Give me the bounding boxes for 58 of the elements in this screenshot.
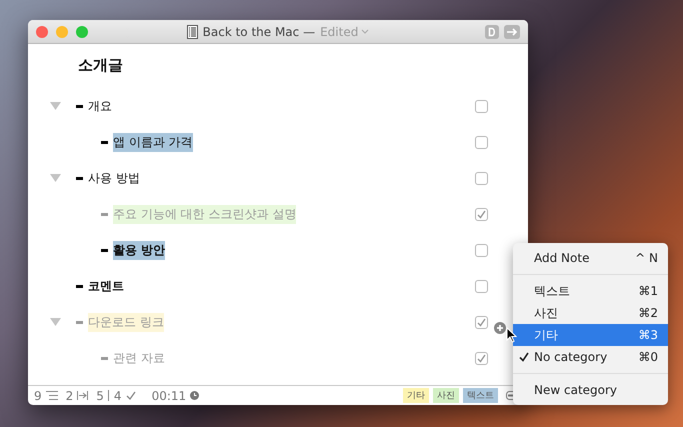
level-count: 2: [66, 388, 74, 402]
clock-icon: [190, 391, 200, 400]
add-circle-icon[interactable]: [494, 322, 506, 334]
divider-icon: [108, 390, 110, 401]
list-icon: [46, 391, 58, 400]
checkbox[interactable]: [475, 316, 488, 328]
bullet-dash-icon: [101, 356, 108, 360]
d-badge-icon[interactable]: [485, 24, 499, 38]
disclosure-triangle-icon[interactable]: [50, 318, 61, 326]
total-count: 5: [96, 388, 104, 402]
menu-item[interactable]: No category ⌘0: [513, 346, 668, 368]
outline-item-text: 관련 자료: [113, 350, 165, 366]
category-tag[interactable]: 사진: [433, 388, 459, 403]
close-button[interactable]: [36, 26, 48, 38]
bullet-dash-icon: [101, 248, 108, 252]
checkbox[interactable]: [475, 352, 488, 364]
outline-item-text: 주요 기능에 대한 스크린샷과 설명: [113, 204, 296, 224]
outline-item-text: 다운로드 링크: [88, 312, 164, 332]
checkbox[interactable]: [475, 244, 488, 256]
checkbox[interactable]: [475, 172, 488, 184]
outline-item-text: 사용 방법: [88, 170, 140, 186]
checkbox[interactable]: [475, 208, 488, 220]
outline-item-text: 코멘트: [88, 278, 124, 294]
menu-item[interactable]: Add Note ^ N: [513, 247, 668, 269]
outline-item-text: 개요: [88, 98, 112, 114]
bullet-dash-icon: [101, 212, 108, 216]
menu-item[interactable]: 텍스트 ⌘1: [513, 280, 668, 302]
category-tag[interactable]: 텍스트: [463, 388, 498, 403]
zoom-button[interactable]: [76, 26, 88, 38]
disclosure-triangle-icon[interactable]: [50, 102, 61, 110]
bullet-dash-icon: [76, 176, 83, 180]
done-count: 4: [114, 388, 122, 402]
menu-item[interactable]: 사진 ⌘2: [513, 302, 668, 324]
window-title: Back to the Mac —: [202, 24, 316, 38]
checkbox[interactable]: [475, 136, 488, 148]
menu-item[interactable]: 기타 ⌘3: [513, 324, 668, 346]
indent-icon: [77, 391, 88, 400]
item-count: 9: [34, 388, 42, 402]
menu-item[interactable]: New category: [513, 379, 668, 401]
elapsed-time: 00:11: [152, 388, 186, 402]
disclosure-triangle-icon[interactable]: [50, 174, 61, 182]
bullet-dash-icon: [76, 320, 83, 324]
mouse-pointer-icon: [506, 327, 517, 343]
category-tag[interactable]: 기타: [403, 388, 429, 403]
document-title: 소개글: [78, 56, 124, 76]
outline-item-text: 활용 방안: [113, 240, 166, 260]
checkbox[interactable]: [475, 100, 488, 112]
checkmark-icon: [519, 352, 529, 362]
check-icon: [126, 391, 136, 400]
export-icon[interactable]: [504, 24, 520, 38]
outline-item-text: 앱 이름과 가격: [113, 132, 193, 152]
bullet-dash-icon: [76, 284, 83, 288]
checkbox[interactable]: [475, 280, 488, 292]
minimize-button[interactable]: [56, 26, 68, 38]
bullet-dash-icon: [101, 140, 108, 144]
chevron-down-icon: [361, 29, 370, 34]
document-icon: [186, 24, 198, 38]
bullet-dash-icon: [76, 104, 83, 108]
